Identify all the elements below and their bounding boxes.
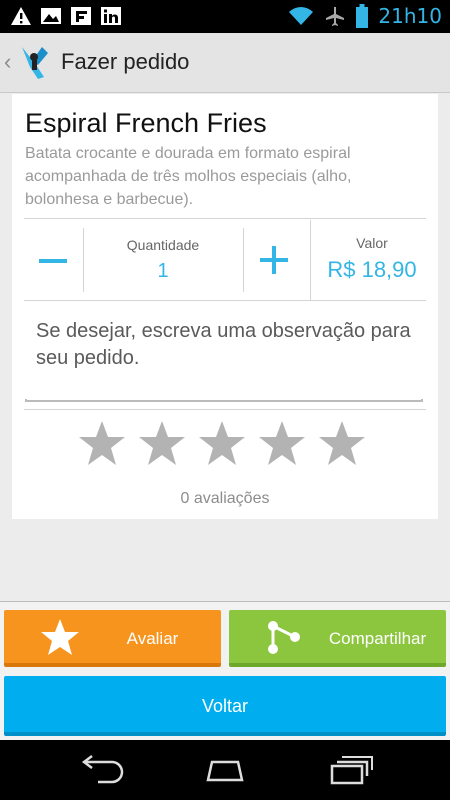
chevron-left-icon[interactable]: ‹ (4, 49, 11, 75)
price-value: R$ 18,90 (327, 257, 417, 282)
product-name: Espiral French Fries (25, 108, 267, 138)
action-bar: ‹ Fazer pedido (0, 33, 450, 93)
product-card: Espiral French Fries Batata crocante e d… (12, 94, 438, 519)
star-icon[interactable] (138, 420, 186, 466)
recents-nav-icon[interactable] (326, 754, 376, 786)
quantity-label: Quantidade (126, 237, 200, 253)
ratings-count: 0 avaliações (180, 490, 270, 507)
app-logo-icon[interactable] (18, 43, 52, 81)
increase-quantity-button[interactable] (258, 244, 292, 278)
share-button[interactable]: Compartilhar (229, 610, 446, 667)
home-nav-icon[interactable] (200, 754, 250, 786)
page-title: Fazer pedido (61, 49, 190, 74)
rate-button-label: Avaliar (126, 629, 179, 648)
price-label: Valor (356, 235, 388, 251)
product-description: Batata crocante e dourada em formato esp… (25, 145, 352, 208)
airplane-icon (326, 7, 345, 26)
observation-input[interactable]: Se desejar, escreva uma observação para … (36, 318, 416, 372)
rate-button[interactable]: Avaliar (4, 610, 221, 667)
share-button-label: Compartilhar (328, 629, 427, 648)
warning-icon (11, 7, 31, 25)
back-button[interactable]: Voltar (4, 676, 446, 736)
quantity-value: 1 (157, 260, 169, 282)
decrease-quantity-button[interactable] (34, 244, 72, 278)
star-icon[interactable] (198, 420, 246, 466)
navigation-bar (0, 740, 450, 800)
linkedin-icon (101, 7, 121, 25)
star-icon[interactable] (318, 420, 366, 466)
divider (24, 300, 426, 301)
divider (24, 218, 426, 219)
gallery-icon (41, 8, 61, 24)
battery-icon (356, 4, 369, 28)
flipboard-icon (71, 7, 91, 25)
star-icon[interactable] (258, 420, 306, 466)
status-bar: 21h10 (0, 0, 450, 33)
star-icon (41, 619, 79, 655)
share-icon (268, 621, 300, 654)
back-button-label: Voltar (201, 696, 249, 716)
wifi-icon (289, 7, 314, 25)
back-nav-icon[interactable] (76, 754, 126, 786)
divider (310, 220, 311, 300)
star-icon[interactable] (78, 420, 126, 466)
divider (243, 228, 244, 292)
divider (24, 409, 426, 410)
clock: 21h10 (378, 4, 442, 28)
notification-icons (10, 6, 122, 26)
observation-input-underline (25, 399, 423, 402)
star-rating[interactable] (78, 420, 366, 466)
